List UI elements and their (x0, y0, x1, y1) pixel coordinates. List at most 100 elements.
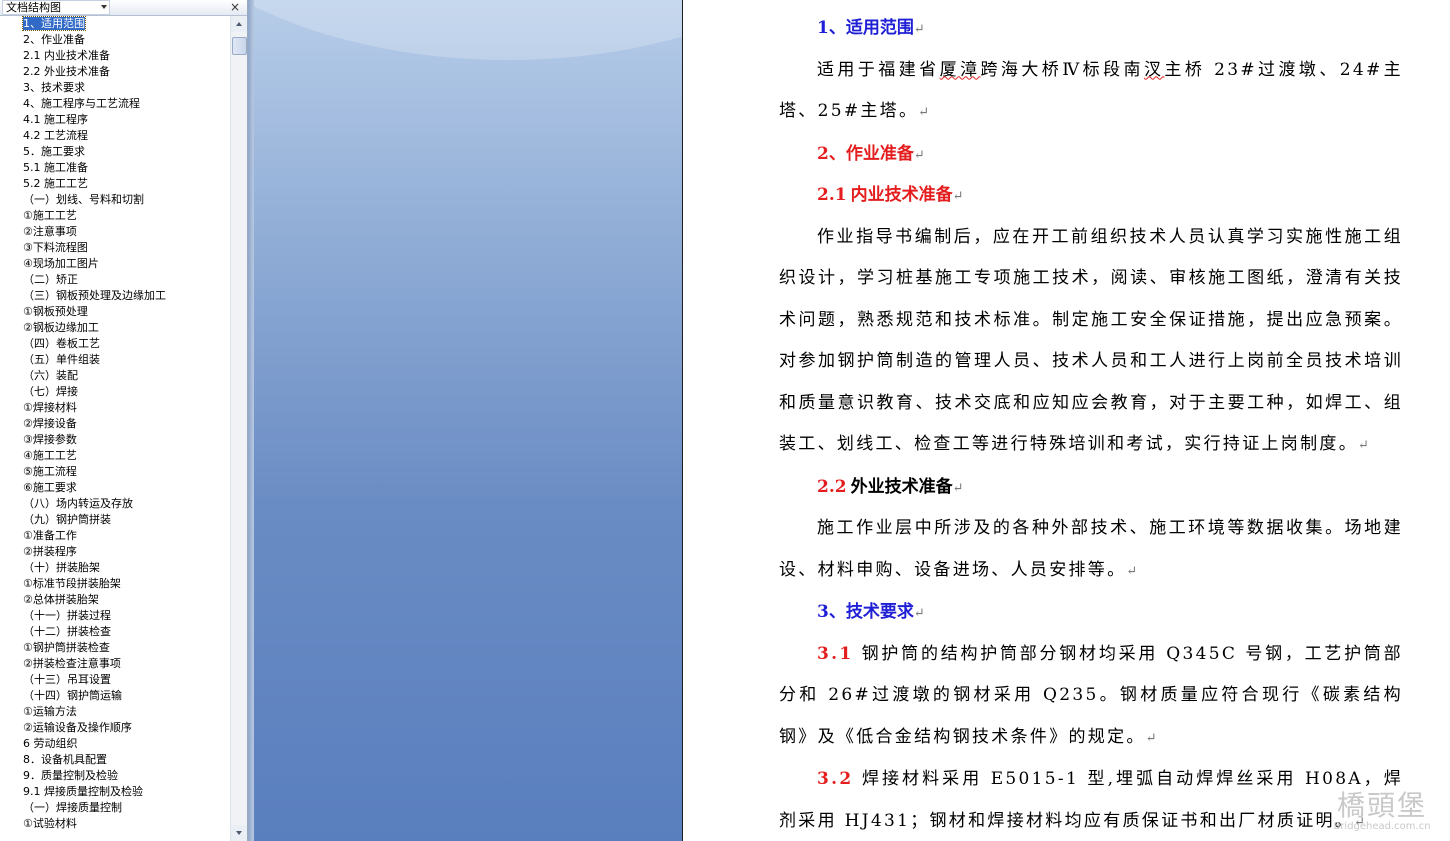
document-map-item[interactable]: ②运输设备及操作顺序 (0, 720, 230, 736)
document-map-item[interactable]: ①准备工作 (0, 528, 230, 544)
document-map-item[interactable]: 5．施工要求 (0, 144, 230, 160)
paragraph-1[interactable]: 适用于福建省厦漳跨海大桥Ⅳ标段南汊主桥 23#过渡墩、24#主塔、25#主塔。↵ (779, 50, 1403, 134)
document-map-item[interactable]: （十四）钢护筒运输 (0, 688, 230, 704)
paragraph-3-2[interactable]: 3.2 焊接材料采用 E5015-1 型,埋弧自动焊焊丝采用 H08A，焊剂采用… (779, 759, 1403, 841)
watermark-logo: 橋頭堡 Bridgehead.com.cn (1322, 791, 1442, 833)
document-body[interactable]: 1、适用范围↵ 适用于福建省厦漳跨海大桥Ⅳ标段南汊主桥 23#过渡墩、24#主塔… (779, 8, 1403, 841)
document-map-item[interactable]: ②总体拼装胎架 (0, 592, 230, 608)
document-map-item[interactable]: 9．质量控制及检验 (0, 768, 230, 784)
paragraph-2-2[interactable]: 施工作业层中所涉及的各种外部技术、施工环境等数据收集。场地建设、材料申购、设备进… (779, 508, 1403, 592)
document-map-item[interactable]: ③下料流程图 (0, 240, 230, 256)
document-map-item-label: 5.2 施工工艺 (23, 177, 88, 190)
heading-2[interactable]: 2、作业准备↵ (779, 134, 1403, 176)
document-map-item-label: ①运输方法 (23, 705, 77, 718)
scroll-up-button[interactable] (231, 16, 247, 32)
document-map-item[interactable]: （八）场内转运及存放 (0, 496, 230, 512)
document-map-view-dropdown[interactable]: 文档结构图 (2, 0, 110, 15)
document-map-item-label: （七）焊接 (23, 385, 78, 398)
document-map-item[interactable]: （九）钢护筒拼装 (0, 512, 230, 528)
document-map-item[interactable]: （二）矫正 (0, 272, 230, 288)
background-sheen (248, 0, 682, 60)
document-map-item-label: ⑤施工流程 (23, 465, 77, 478)
document-map-item[interactable]: 2、作业准备 (0, 32, 230, 48)
document-map-item-label: ②焊接设备 (23, 417, 77, 430)
document-map-item[interactable]: 4.1 施工程序 (0, 112, 230, 128)
document-map-item[interactable]: 2.2 外业技术准备 (0, 64, 230, 80)
document-map-item[interactable]: 8．设备机具配置 (0, 752, 230, 768)
scroll-down-button[interactable] (231, 825, 247, 841)
document-map-list: 1、适用范围 2、作业准备 2.1 内业技术准备 2.2 外业技术准备 3、技术要求 4、… (0, 16, 230, 841)
document-map-item-label: ①焊接材料 (23, 401, 77, 414)
document-map-item[interactable]: （十一）拼装过程 (0, 608, 230, 624)
pane-splitter[interactable] (248, 0, 254, 841)
document-map-item[interactable]: （四）卷板工艺 (0, 336, 230, 352)
document-map-item[interactable]: ②注意事项 (0, 224, 230, 240)
document-map-item-label: （二）矫正 (23, 273, 78, 286)
paragraph-2-2-text: 施工作业层中所涉及的各种外部技术、施工环境等数据收集。场地建设、材料申购、设备进… (779, 518, 1403, 580)
document-map-item[interactable]: （一）划线、号料和切割 (0, 192, 230, 208)
document-map-item[interactable]: 2.1 内业技术准备 (0, 48, 230, 64)
document-map-item[interactable]: ①试验材料 (0, 816, 230, 832)
document-map-item-label: ②拼装检查注意事项 (23, 657, 121, 670)
document-map-item[interactable]: 4.2 工艺流程 (0, 128, 230, 144)
paragraph-mark: ↵ (1145, 730, 1159, 746)
heading-2-1-text: 内业技术准备 (850, 185, 953, 205)
document-map-item-label: 6 劳动组织 (23, 737, 78, 750)
heading-2-2[interactable]: 2.2 外业技术准备↵ (779, 467, 1403, 509)
paragraph-2-1[interactable]: 作业指导书编制后，应在开工前组织技术人员认真学习实施性施工组织设计，学习桩基施工… (779, 217, 1403, 467)
document-map-item[interactable]: ③焊接参数 (0, 432, 230, 448)
document-map-item[interactable]: （三）钢板预处理及边缘加工 (0, 288, 230, 304)
document-map-item-label: （一）划线、号料和切割 (23, 193, 144, 206)
scroll-thumb[interactable] (232, 37, 247, 55)
document-map-item[interactable]: ②拼装程序 (0, 544, 230, 560)
document-map-item[interactable]: ②钢板边缘加工 (0, 320, 230, 336)
heading-2-1[interactable]: 2.1 内业技术准备↵ (779, 175, 1403, 217)
document-map-item[interactable]: （十二）拼装检查 (0, 624, 230, 640)
document-map-item-label: （四）卷板工艺 (23, 337, 100, 350)
document-map-item[interactable]: （一）焊接质量控制 (0, 800, 230, 816)
workspace-background (248, 0, 682, 841)
document-map-scrollbar[interactable] (230, 16, 247, 841)
document-map-item[interactable]: ④施工工艺 (0, 448, 230, 464)
document-map-item[interactable]: ⑤施工流程 (0, 464, 230, 480)
document-map-item[interactable]: ①钢板预处理 (0, 304, 230, 320)
heading-3[interactable]: 3、技术要求↵ (779, 592, 1403, 634)
close-icon[interactable]: × (229, 1, 241, 14)
document-map-item-label: （十）拼装胎架 (23, 561, 100, 574)
document-map-item[interactable]: 5.1 施工准备 (0, 160, 230, 176)
paragraph-mark: ↵ (952, 480, 964, 496)
document-map-item[interactable]: （七）焊接 (0, 384, 230, 400)
document-map-item-label: 5．施工要求 (23, 145, 85, 158)
document-map-item-label: 1、适用范围 (22, 16, 86, 31)
document-map-item[interactable]: ①标准节段拼装胎架 (0, 576, 230, 592)
document-map-item[interactable]: （十三）吊耳设置 (0, 672, 230, 688)
document-map-item-label: （三）钢板预处理及边缘加工 (23, 289, 166, 302)
document-map-item[interactable]: （十）拼装胎架 (0, 560, 230, 576)
paragraph-1-text-a: 适用于福建省 (817, 59, 940, 80)
document-map-item[interactable]: ④现场加工图片 (0, 256, 230, 272)
document-map-item[interactable]: ①钢护筒拼装检查 (0, 640, 230, 656)
document-map-item[interactable]: 4、施工程序与工艺流程 (0, 96, 230, 112)
document-map-item[interactable]: ①施工工艺 (0, 208, 230, 224)
document-map-item[interactable]: （五）单件组装 (0, 352, 230, 368)
document-map-item-label: ③下料流程图 (23, 241, 88, 254)
document-page[interactable]: 1、适用范围↵ 适用于福建省厦漳跨海大桥Ⅳ标段南汊主桥 23#过渡墩、24#主塔… (682, 0, 1450, 841)
document-map-item[interactable]: ②焊接设备 (0, 416, 230, 432)
document-map-item[interactable]: 3、技术要求 (0, 80, 230, 96)
document-map-item-label: ④施工工艺 (23, 449, 77, 462)
paragraph-mark: ↵ (1126, 563, 1140, 579)
paragraph-3-1[interactable]: 3.1 钢护筒的结构护筒部分钢材均采用 Q345C 号钢，工艺护筒部分和 26#… (779, 634, 1403, 760)
document-map-item-label: 5.1 施工准备 (23, 161, 88, 174)
document-map-item-label: ①标准节段拼装胎架 (23, 577, 121, 590)
document-map-item[interactable]: 6 劳动组织 (0, 736, 230, 752)
document-map-item[interactable]: ②拼装检查注意事项 (0, 656, 230, 672)
document-map-item[interactable]: 5.2 施工工艺 (0, 176, 230, 192)
document-map-item[interactable]: ⑥施工要求 (0, 480, 230, 496)
document-map-item[interactable]: ①运输方法 (0, 704, 230, 720)
document-map-item[interactable]: 9.1 焊接质量控制及检验 (0, 784, 230, 800)
document-map-item[interactable]: ①焊接材料 (0, 400, 230, 416)
document-map-item[interactable]: 1、适用范围 (0, 16, 230, 32)
document-map-item[interactable]: （六）装配 (0, 368, 230, 384)
document-map-item-label: （十一）拼装过程 (23, 609, 111, 622)
heading-1[interactable]: 1、适用范围↵ (779, 8, 1403, 50)
